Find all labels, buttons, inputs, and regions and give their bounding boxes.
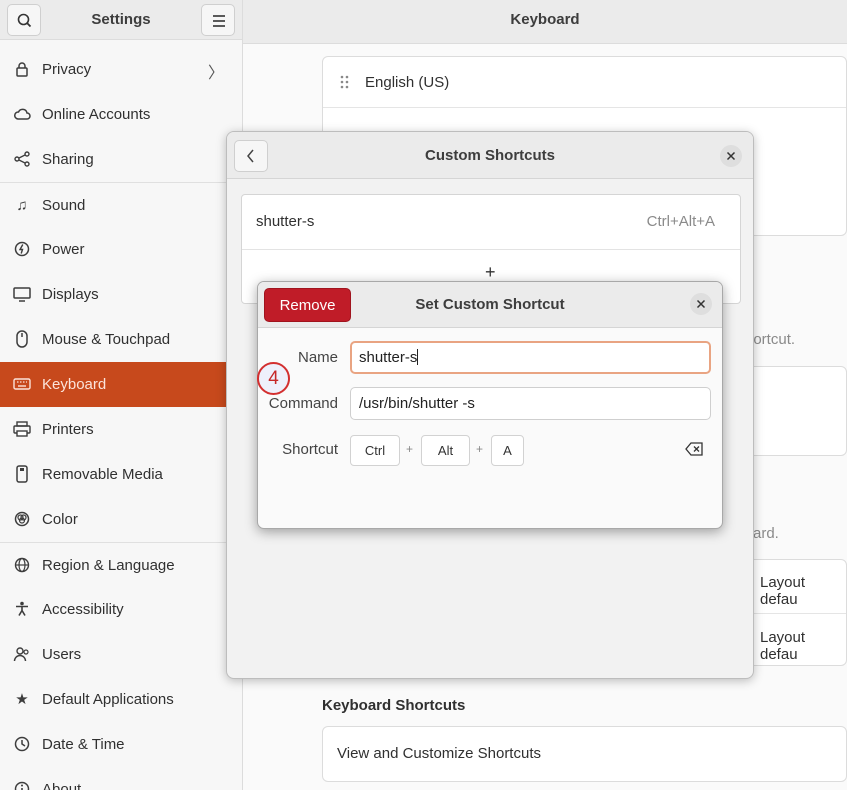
name-label: Name [297, 349, 338, 366]
sidebar-item-label: Sound [42, 196, 86, 214]
input-source-row[interactable]: English (US) [323, 57, 846, 108]
plus-separator: + [476, 442, 484, 456]
sidebar-item-label: Keyboard [42, 376, 107, 393]
removable-media-icon [13, 465, 31, 483]
sidebar: Settings Privacy 〉 Online Accounts Shari… [0, 0, 243, 790]
sidebar-item-printers[interactable]: Printers [0, 407, 242, 452]
dialog-header: Remove Set Custom Shortcut [258, 282, 722, 328]
sidebar-item-label: Mouse & Touchpad [42, 331, 171, 348]
sidebar-list: Privacy 〉 Online Accounts Sharing ♫ Soun… [0, 47, 242, 790]
layout-default-label[interactable]: Layout defau [760, 574, 846, 608]
sidebar-item-region-language[interactable]: Region & Language [0, 542, 242, 587]
color-icon [13, 510, 31, 528]
main-header: Keyboard [243, 0, 847, 44]
sidebar-item-label: Accessibility [42, 601, 124, 618]
close-button[interactable] [690, 293, 712, 315]
info-icon [13, 780, 31, 790]
printer-icon [13, 420, 31, 438]
sidebar-item-label: Default Applications [42, 691, 174, 708]
sidebar-item-label: About [42, 781, 82, 790]
mouse-icon [13, 330, 31, 348]
share-icon [13, 150, 31, 168]
command-label: Command [268, 395, 338, 412]
sidebar-item-users[interactable]: Users [0, 632, 242, 677]
page-title: Keyboard [510, 11, 580, 28]
chevron-right-icon: 〉 [207, 65, 224, 82]
sidebar-item-power[interactable]: Power [0, 227, 242, 272]
sidebar-item-label: Users [42, 646, 82, 663]
name-value: shutter-s [359, 349, 418, 366]
lock-icon [13, 60, 31, 78]
set-custom-shortcut-dialog: Remove Set Custom Shortcut Name shutter-… [257, 281, 723, 529]
step-badge: 4 [257, 362, 290, 395]
view-customize-shortcuts-row[interactable]: View and Customize Shortcuts [322, 726, 847, 782]
name-field[interactable]: shutter-s [350, 341, 711, 374]
sidebar-item-sound[interactable]: ♫ Sound [0, 182, 242, 227]
accessibility-icon [13, 600, 31, 618]
display-icon [13, 285, 31, 303]
plus-separator: + [406, 442, 414, 456]
sidebar-item-label: Removable Media [42, 466, 163, 483]
command-value: /usr/bin/shutter -s [359, 395, 475, 412]
description-text-2: ard. [753, 525, 779, 542]
plus-icon: + [485, 262, 496, 282]
sidebar-item-keyboard[interactable]: Keyboard [0, 362, 242, 407]
sidebar-item-displays[interactable]: Displays [0, 272, 242, 317]
star-icon: ★ [15, 691, 29, 708]
sidebar-item-label: Displays [42, 286, 99, 303]
text-cursor [417, 349, 419, 365]
shortcut-label: Shortcut [282, 441, 338, 458]
shortcut-key-ctrl[interactable]: Ctrl [350, 435, 400, 466]
sidebar-header: Settings [0, 0, 242, 40]
sidebar-item-label: Date & Time [42, 736, 125, 753]
dialog-title: Set Custom Shortcut [415, 296, 565, 313]
close-button[interactable] [720, 145, 742, 167]
music-note-icon: ♫ [16, 196, 28, 214]
sidebar-item-label: Online Accounts [42, 106, 151, 123]
menu-button[interactable] [201, 4, 235, 36]
globe-icon [13, 556, 31, 574]
keyboard-shortcuts-heading: Keyboard Shortcuts [322, 697, 466, 714]
drag-handle-icon [340, 75, 349, 89]
users-icon [13, 645, 31, 663]
cloud-icon [13, 105, 31, 123]
keyboard-icon [13, 375, 31, 393]
sidebar-item-default-applications[interactable]: ★ Default Applications [0, 677, 242, 722]
close-icon [696, 299, 706, 309]
sidebar-item-label: Color [42, 511, 78, 528]
list-item[interactable]: shutter-s Ctrl+Alt+A [242, 195, 740, 250]
sidebar-item-label: Power [42, 241, 85, 258]
layout-default-label[interactable]: Layout defau [760, 629, 846, 663]
shortcut-name: shutter-s [256, 213, 315, 230]
power-icon [13, 240, 31, 258]
backspace-clear-icon[interactable] [685, 442, 703, 456]
view-customize-label: View and Customize Shortcuts [337, 745, 541, 762]
sidebar-item-label: Sharing [42, 151, 94, 168]
sidebar-item-label: Region & Language [42, 556, 175, 574]
input-source-label: English (US) [365, 74, 450, 91]
sidebar-item-sharing[interactable]: Sharing [0, 137, 242, 182]
close-icon [726, 151, 736, 161]
sidebar-item-online-accounts[interactable]: Online Accounts [0, 92, 242, 137]
hamburger-icon [213, 15, 225, 27]
sidebar-item-date-time[interactable]: Date & Time [0, 722, 242, 767]
clock-icon [13, 735, 31, 753]
dialog-title: Custom Shortcuts [424, 147, 555, 164]
sidebar-item-label: Privacy [42, 61, 92, 78]
sidebar-item-accessibility[interactable]: Accessibility [0, 587, 242, 632]
shortcut-accel: Ctrl+Alt+A [646, 213, 715, 230]
sidebar-item-color[interactable]: Color [0, 497, 242, 542]
shortcut-key-alt[interactable]: Alt [421, 435, 470, 466]
sidebar-item-label: Printers [42, 421, 94, 438]
shortcut-key-a[interactable]: A [491, 435, 524, 466]
sidebar-item-privacy[interactable]: Privacy 〉 [0, 47, 242, 92]
dialog-header: Custom Shortcuts [227, 132, 753, 179]
command-field[interactable]: /usr/bin/shutter -s [350, 387, 711, 420]
sidebar-item-removable-media[interactable]: Removable Media [0, 452, 242, 497]
sidebar-item-mouse-touchpad[interactable]: Mouse & Touchpad [0, 317, 242, 362]
sidebar-item-about[interactable]: About [0, 767, 242, 790]
